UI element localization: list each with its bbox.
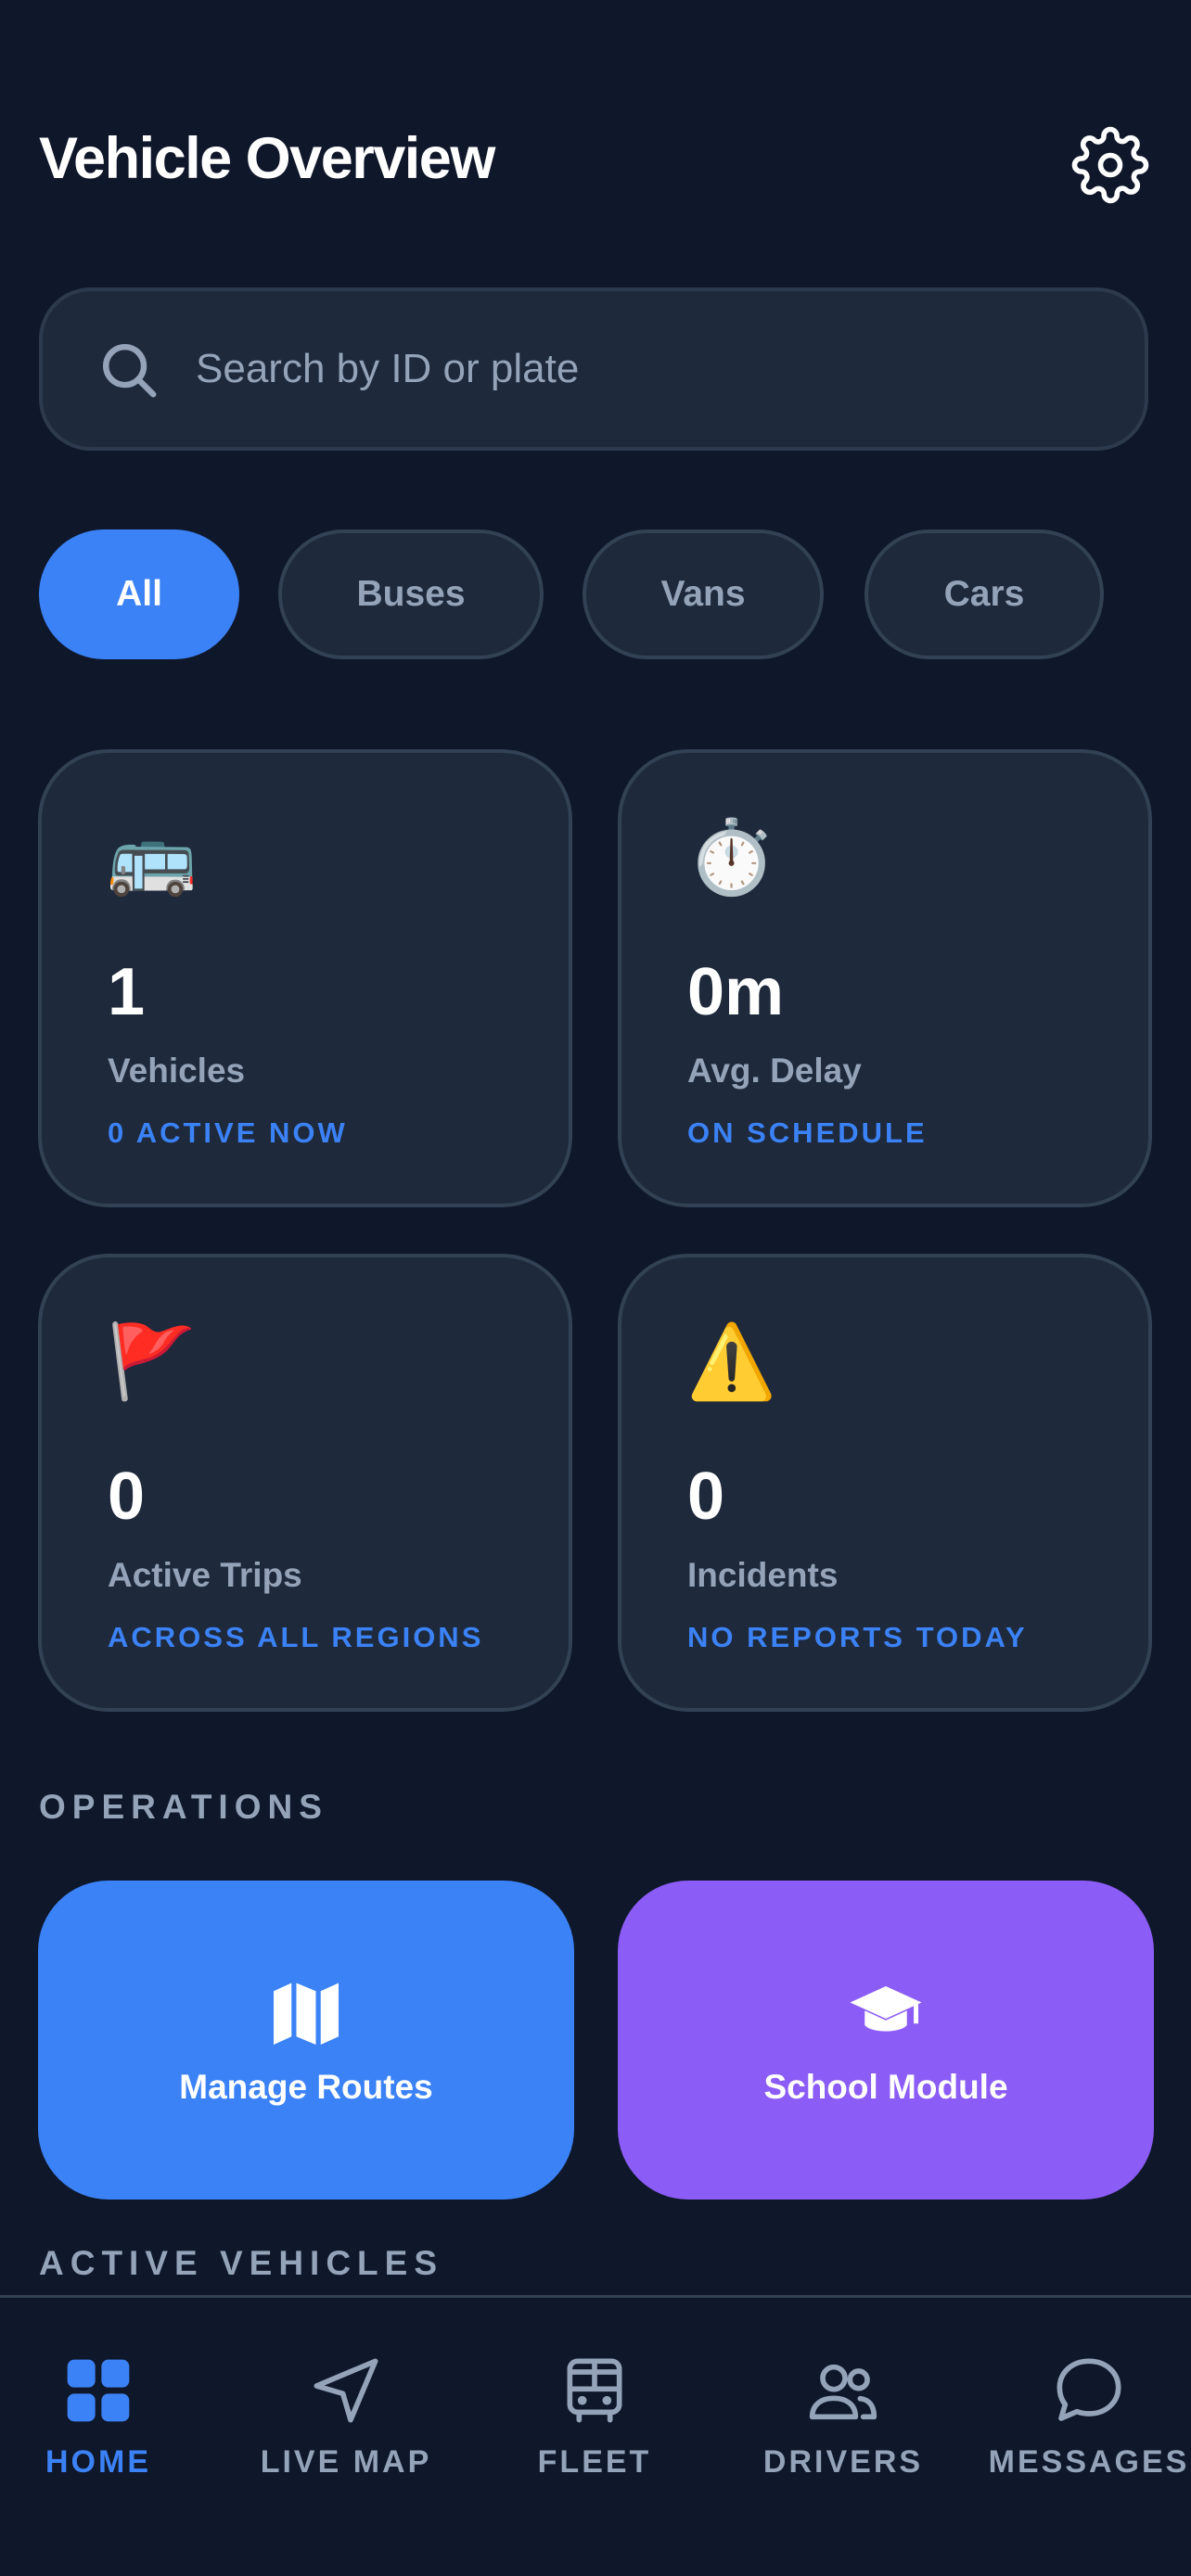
nav-label: HOME [45, 2444, 151, 2480]
stat-value: 0 [108, 1460, 146, 1534]
stat-card-vehicles[interactable]: 🚌 1 Vehicles 0 ACTIVE NOW [38, 749, 572, 1207]
school-module-button[interactable]: School Module [618, 1881, 1154, 2200]
map-icon [274, 1983, 339, 2045]
school-module-label: School Module [763, 2068, 1008, 2106]
grid-icon [67, 2359, 130, 2422]
bottom-nav: HOME LIVE MAP FLEET DRIVERS MESSAGES [0, 2295, 1191, 2576]
navigation-arrow-icon [314, 2358, 378, 2423]
page-title: Vehicle Overview [39, 126, 495, 191]
stat-subtitle: NO REPORTS TODAY [687, 1621, 1028, 1653]
filter-chip-all[interactable]: All [39, 529, 239, 659]
gear-icon [1071, 126, 1149, 204]
nav-item-live-map[interactable]: LIVE MAP [225, 2353, 467, 2493]
search-icon [103, 344, 157, 398]
filter-chip-label: Buses [356, 574, 466, 614]
stopwatch-icon: ⏱️ [686, 816, 777, 899]
manage-routes-button[interactable]: Manage Routes [38, 1881, 574, 2200]
stat-value: 1 [108, 955, 146, 1029]
stat-label: Avg. Delay [687, 1052, 862, 1090]
section-heading-active-vehicles: ACTIVE VEHICLES [39, 2244, 443, 2282]
manage-routes-label: Manage Routes [179, 2068, 433, 2106]
nav-item-messages[interactable]: MESSAGES [968, 2353, 1191, 2493]
stat-subtitle: 0 ACTIVE NOW [108, 1116, 348, 1149]
nav-item-home[interactable]: HOME [0, 2353, 219, 2493]
nav-label: FLEET [537, 2444, 652, 2480]
stat-card-avg-delay[interactable]: ⏱️ 0m Avg. Delay ON SCHEDULE [618, 749, 1152, 1207]
stat-label: Incidents [687, 1556, 839, 1594]
stat-card-active-trips[interactable]: 🚩 0 Active Trips ACROSS ALL REGIONS [38, 1254, 572, 1712]
nav-label: LIVE MAP [260, 2444, 432, 2480]
filter-chip-label: Cars [943, 574, 1025, 614]
search-input[interactable] [196, 291, 1105, 447]
nav-label: DRIVERS [762, 2444, 924, 2480]
filter-chip-cars[interactable]: Cars [864, 529, 1104, 659]
header: Vehicle Overview [39, 116, 1152, 209]
nav-item-fleet[interactable]: FLEET [474, 2353, 715, 2493]
stat-label: Active Trips [108, 1556, 302, 1594]
filter-chip-label: All [116, 574, 162, 614]
search-bar[interactable] [39, 287, 1148, 451]
section-heading-operations: OPERATIONS [39, 1788, 328, 1826]
nav-item-drivers[interactable]: DRIVERS [723, 2353, 964, 2493]
stat-subtitle: ON SCHEDULE [687, 1116, 928, 1149]
stat-label: Vehicles [108, 1052, 246, 1090]
stat-subtitle: ACROSS ALL REGIONS [108, 1621, 484, 1653]
filter-chip-buses[interactable]: Buses [278, 529, 544, 659]
filter-chip-label: Vans [660, 574, 746, 614]
stat-value: 0 [687, 1460, 725, 1534]
bus-front-icon [567, 2358, 622, 2423]
warning-icon: ⚠️ [686, 1320, 777, 1404]
nav-label: MESSAGES [988, 2444, 1190, 2480]
users-icon [809, 2364, 877, 2420]
filter-chip-vans[interactable]: Vans [583, 529, 824, 659]
bus-icon: 🚌 [107, 816, 198, 899]
graduation-cap-icon [850, 1986, 922, 2032]
settings-button[interactable] [1069, 123, 1152, 207]
stat-card-incidents[interactable]: ⚠️ 0 Incidents NO REPORTS TODAY [618, 1254, 1152, 1712]
flag-icon: 🚩 [107, 1320, 198, 1404]
chat-bubble-icon [1057, 2358, 1121, 2421]
stat-value: 0m [687, 955, 785, 1029]
